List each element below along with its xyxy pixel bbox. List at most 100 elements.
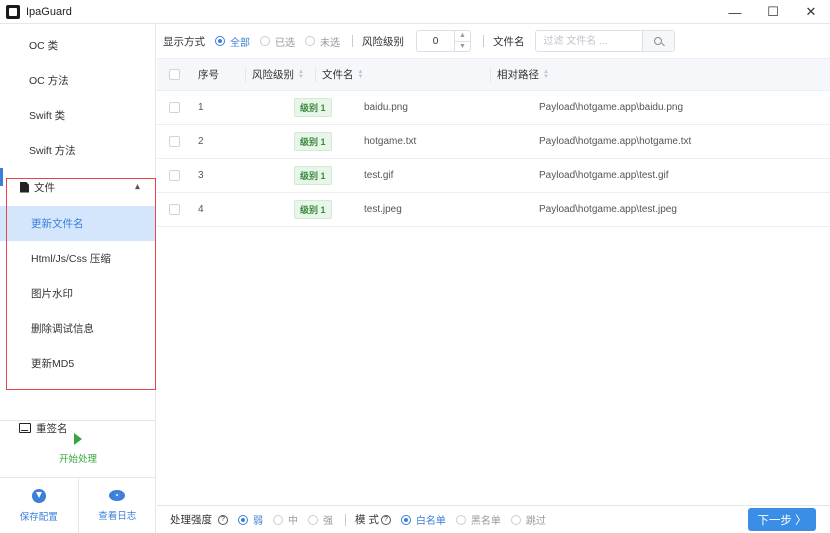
table-row[interactable]: 3 级别 1 test.gif Payload\hotgame.app\test… (157, 159, 830, 193)
row-path: Payload\hotgame.app\baidu.png (539, 102, 684, 113)
strength-label: 处理强度 (170, 512, 212, 527)
app-title: IpaGuard (26, 5, 72, 18)
bottombar-separator (345, 513, 346, 526)
radio-label: 未选 (320, 37, 340, 49)
stepper-arrows: ▲ ▼ (454, 31, 470, 51)
row-checkbox[interactable] (168, 204, 180, 215)
title-bar: IpaGuard — ☐ ✕ (0, 0, 830, 24)
select-all-checkbox[interactable] (168, 69, 180, 80)
display-all-radio[interactable]: 全部 (215, 34, 250, 49)
sidebar-bottom-actions: 保存配置 查看日志 (0, 478, 156, 533)
toolbar-separator (483, 35, 484, 47)
sidebar-subitem-rename-file[interactable]: 更新文件名 (0, 206, 156, 241)
window-controls: — ☐ ✕ (716, 0, 830, 24)
row-risk: 级别 1 (198, 200, 364, 219)
sidebar-subitem-label: 更新MD5 (31, 358, 75, 370)
eye-icon (109, 489, 126, 501)
sidebar: OC 类 OC 方法 Swift 类 Swift 方法 文件 ▾ 更新文件名 H… (0, 24, 156, 533)
sidebar-subitem-update-md5[interactable]: 更新MD5 (0, 346, 156, 381)
header-risk-label: 风险级别 (252, 69, 294, 81)
header-name[interactable]: 文件名 ▲ ▼ (315, 67, 490, 82)
sort-icon[interactable]: ▲ ▼ (298, 69, 304, 80)
chevron-up-icon[interactable]: ▾ (135, 181, 140, 192)
row-name: test.jpeg (364, 204, 402, 215)
sidebar-item-swift-method[interactable]: Swift 方法 (0, 133, 156, 168)
row-index: 3 (198, 170, 204, 181)
radio-circle (308, 514, 318, 525)
header-name-label: 文件名 (322, 69, 354, 81)
risk-badge: 级别 1 (294, 132, 332, 151)
table-header: 序号 风险级别 ▲ ▼ 文件名 ▲ ▼ 相对路径 ▲ ▼ (157, 58, 830, 91)
sidebar-item-swift-class[interactable]: Swift 类 (0, 98, 156, 133)
start-process-label: 开始处理 (58, 454, 97, 465)
maximize-button[interactable]: ☐ (754, 0, 792, 24)
radio-label: 弱 (253, 516, 263, 527)
help-icon[interactable]: ? (380, 514, 391, 525)
next-step-button[interactable]: 下一步 〉 (748, 508, 816, 531)
row-risk: 级别 1 (198, 132, 364, 151)
filename-label: 文件名 (493, 35, 525, 48)
row-checkbox[interactable] (168, 136, 180, 147)
search-button[interactable] (641, 31, 674, 51)
row-checkbox-cell (157, 204, 189, 215)
risk-level-value[interactable]: 0 (417, 31, 454, 51)
sidebar-item-oc-class[interactable]: OC 类 (0, 28, 156, 63)
strength-medium-radio[interactable]: 中 (273, 512, 298, 527)
row-path: Payload\hotgame.app\test.gif (539, 170, 669, 181)
display-mode-label: 显示方式 (163, 35, 205, 48)
sidebar-subitem-remove-debug[interactable]: 删除调试信息 (0, 311, 156, 346)
header-risk[interactable]: 风险级别 ▲ ▼ (245, 67, 315, 82)
minimize-button[interactable]: — (716, 0, 754, 24)
row-risk: 级别 1 (198, 166, 364, 185)
table-row[interactable]: 4 级别 1 test.jpeg Payload\hotgame.app\tes… (157, 193, 830, 227)
sidebar-subitem-label: 删除调试信息 (31, 323, 94, 335)
download-icon (31, 488, 46, 503)
filter-toolbar: 显示方式 全部 已选 未选 风险级别 0 ▲ ▼ 文件名 (157, 24, 830, 58)
mode-skip-radio[interactable]: 跳过 (510, 512, 546, 527)
table-row[interactable]: 1 级别 1 baidu.png Payload\hotgame.app\bai… (157, 91, 830, 125)
display-unselected-radio[interactable]: 未选 (305, 34, 340, 49)
sidebar-subitem-watermark[interactable]: 图片水印 (0, 276, 156, 311)
risk-level-label: 风险级别 (362, 35, 404, 48)
row-name: test.gif (364, 170, 394, 181)
close-button[interactable]: ✕ (792, 0, 830, 24)
view-log-button[interactable]: 查看日志 (79, 478, 157, 533)
file-table: 序号 风险级别 ▲ ▼ 文件名 ▲ ▼ 相对路径 ▲ ▼ 1 级别 1 baidu.png … (157, 58, 830, 227)
sort-icon[interactable]: ▲ ▼ (543, 69, 549, 80)
radio-circle (400, 514, 411, 525)
radio-label: 跳过 (525, 516, 546, 527)
radio-label: 已选 (275, 37, 295, 49)
radio-label: 黑名单 (470, 516, 501, 527)
radio-circle (455, 514, 466, 525)
bottom-bar: 处理强度 ? 弱 中 强 模 式 ? 白名单 黑名单 跳过 下一步 〉 (157, 505, 830, 533)
sort-icon[interactable]: ▲ ▼ (358, 69, 364, 80)
strength-weak-radio[interactable]: 弱 (238, 512, 263, 527)
header-index: 序号 (198, 69, 219, 81)
table-row[interactable]: 2 级别 1 hotgame.txt Payload\hotgame.app\h… (157, 125, 830, 159)
help-icon[interactable]: ? (218, 514, 228, 525)
row-checkbox[interactable] (168, 170, 180, 181)
stepper-up-icon[interactable]: ▲ (455, 31, 470, 42)
risk-level-stepper[interactable]: 0 ▲ ▼ (416, 30, 471, 52)
sidebar-item-oc-method[interactable]: OC 方法 (0, 63, 156, 98)
sidebar-group-label: 文件 (34, 181, 55, 194)
header-path[interactable]: 相对路径 ▲ ▼ (490, 67, 830, 82)
mode-blacklist-radio[interactable]: 黑名单 (455, 512, 501, 527)
strength-strong-radio[interactable]: 强 (308, 512, 333, 527)
row-checkbox-cell (157, 136, 189, 147)
file-icon (20, 181, 29, 193)
display-selected-radio[interactable]: 已选 (260, 34, 295, 49)
stepper-down-icon[interactable]: ▼ (455, 42, 470, 52)
app-logo-icon (6, 4, 20, 19)
search-input[interactable] (535, 31, 642, 51)
radio-label: 全部 (230, 37, 250, 49)
row-checkbox[interactable] (168, 102, 180, 113)
sidebar-subitem-compress[interactable]: Html/Js/Css 压缩 (0, 241, 156, 276)
radio-circle (305, 36, 315, 46)
view-log-label: 查看日志 (98, 510, 137, 522)
start-process-button[interactable]: 开始处理 (0, 421, 156, 477)
mode-whitelist-radio[interactable]: 白名单 (400, 512, 446, 527)
save-config-button[interactable]: 保存配置 (0, 478, 79, 533)
sidebar-group-file[interactable]: 文件 ▾ (0, 172, 156, 202)
risk-badge: 级别 1 (294, 166, 332, 185)
